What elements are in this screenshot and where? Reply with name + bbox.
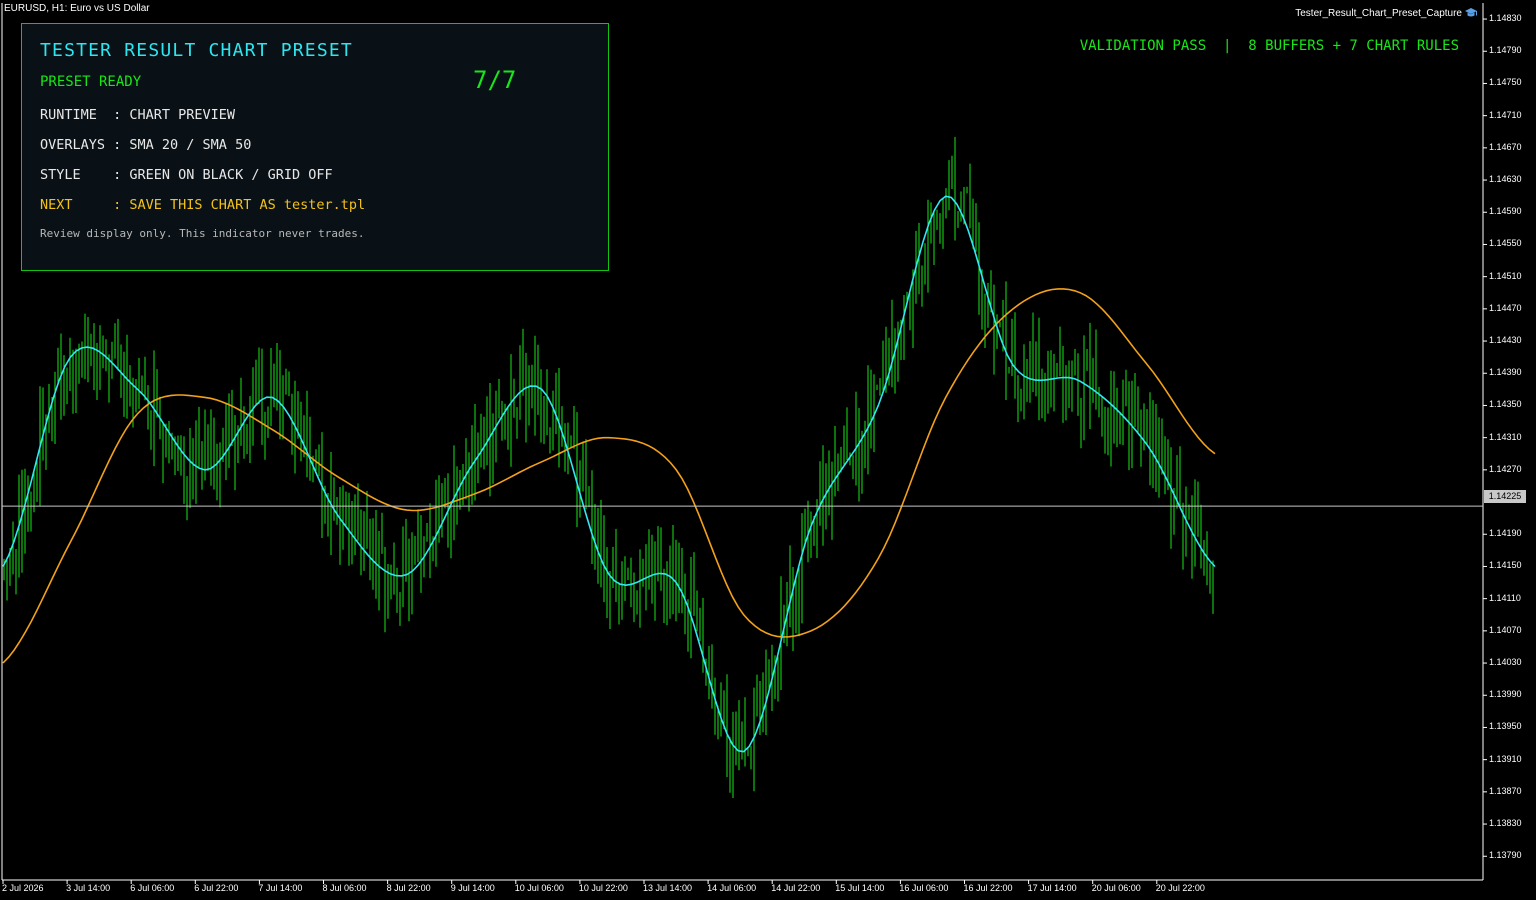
time-axis-label: 16 Jul 06:00 (899, 883, 949, 893)
price-axis-label: 1.14150 (1489, 560, 1522, 571)
next-row: NEXT : SAVE THIS CHART AS tester.tpl (40, 197, 366, 213)
graduation-cap-icon (1465, 8, 1477, 17)
time-axis-label: 16 Jul 22:00 (963, 883, 1013, 893)
price-axis-label: 1.14830 (1489, 13, 1522, 24)
time-axis-label: 15 Jul 14:00 (835, 883, 885, 893)
price-axis-label: 1.14590 (1489, 206, 1522, 217)
chart-window[interactable]: EURUSD, H1: Euro vs US Dollar Tester_Res… (0, 0, 1536, 900)
price-axis-label: 1.14470 (1489, 302, 1522, 313)
price-axis-label: 1.14550 (1489, 238, 1522, 249)
time-axis-label: 8 Jul 22:00 (386, 883, 431, 893)
chart-symbol-title: EURUSD, H1: Euro vs US Dollar (4, 3, 150, 14)
price-axis-label: 1.14070 (1489, 624, 1522, 635)
price-axis-label: 1.14510 (1489, 270, 1522, 281)
price-axis-label: 1.14430 (1489, 335, 1522, 346)
price-axis-label: 1.13950 (1489, 721, 1522, 732)
time-axis-label: 13 Jul 14:00 (643, 883, 693, 893)
time-axis-label: 7 Jul 14:00 (258, 883, 303, 893)
price-axis-label: 1.14110 (1489, 592, 1521, 603)
price-axis-label: 1.14630 (1489, 174, 1522, 185)
price-axis-label: 1.14350 (1489, 399, 1522, 410)
price-axis-label: 1.14670 (1489, 141, 1522, 152)
panel-title: TESTER RESULT CHART PRESET (40, 40, 353, 61)
price-axis-label: 1.14310 (1489, 431, 1522, 442)
price-axis-label: 1.14390 (1489, 367, 1522, 378)
time-axis-label: 9 Jul 14:00 (450, 883, 495, 893)
time-axis-label: 14 Jul 22:00 (771, 883, 821, 893)
current-price-label: 1.14225 (1484, 490, 1526, 503)
preset-status: PRESET READY (40, 74, 142, 90)
price-axis-label: 1.14030 (1489, 657, 1522, 668)
sma-20-line (2, 195, 1216, 753)
price-axis-label: 1.14710 (1489, 109, 1522, 120)
time-axis-label: 2 Jul 2026 (2, 883, 44, 893)
validation-banner: VALIDATION PASS | 8 BUFFERS + 7 CHART RU… (1079, 38, 1459, 54)
time-axis-label: 17 Jul 14:00 (1027, 883, 1077, 893)
overlays-row: OVERLAYS : SMA 20 / SMA 50 (40, 137, 252, 153)
price-axis-label: 1.13790 (1489, 850, 1522, 861)
time-axis-label: 20 Jul 22:00 (1155, 883, 1205, 893)
price-axis-label: 1.13870 (1489, 785, 1522, 796)
time-axis-label: 6 Jul 06:00 (130, 883, 175, 893)
preset-info-panel: TESTER RESULT CHART PRESET PRESET READY … (21, 23, 609, 271)
preset-count: 7/7 (473, 66, 517, 94)
price-axis-label: 1.13910 (1489, 753, 1522, 764)
window-name-label: Tester_Result_Chart_Preset_Capture (1295, 8, 1462, 19)
time-axis-label: 6 Jul 22:00 (194, 883, 239, 893)
style-row: STYLE : GREEN ON BLACK / GRID OFF (40, 167, 333, 183)
price-axis-label: 1.14190 (1489, 528, 1522, 539)
price-axis-label: 1.14270 (1489, 463, 1522, 474)
time-axis-label: 14 Jul 06:00 (707, 883, 757, 893)
time-axis-label: 3 Jul 14:00 (66, 883, 111, 893)
price-axis-label: 1.14750 (1489, 77, 1522, 88)
panel-footnote: Review display only. This indicator neve… (40, 227, 365, 240)
time-axis-label: 20 Jul 06:00 (1091, 883, 1141, 893)
price-axis-label: 1.13830 (1489, 818, 1522, 829)
price-axis-label: 1.14790 (1489, 45, 1522, 56)
price-axis-label: 1.13990 (1489, 689, 1522, 700)
time-axis-label: 10 Jul 22:00 (578, 883, 628, 893)
time-axis-label: 10 Jul 06:00 (514, 883, 564, 893)
time-axis-label: 8 Jul 06:00 (322, 883, 367, 893)
runtime-row: RUNTIME : CHART PREVIEW (40, 107, 236, 123)
